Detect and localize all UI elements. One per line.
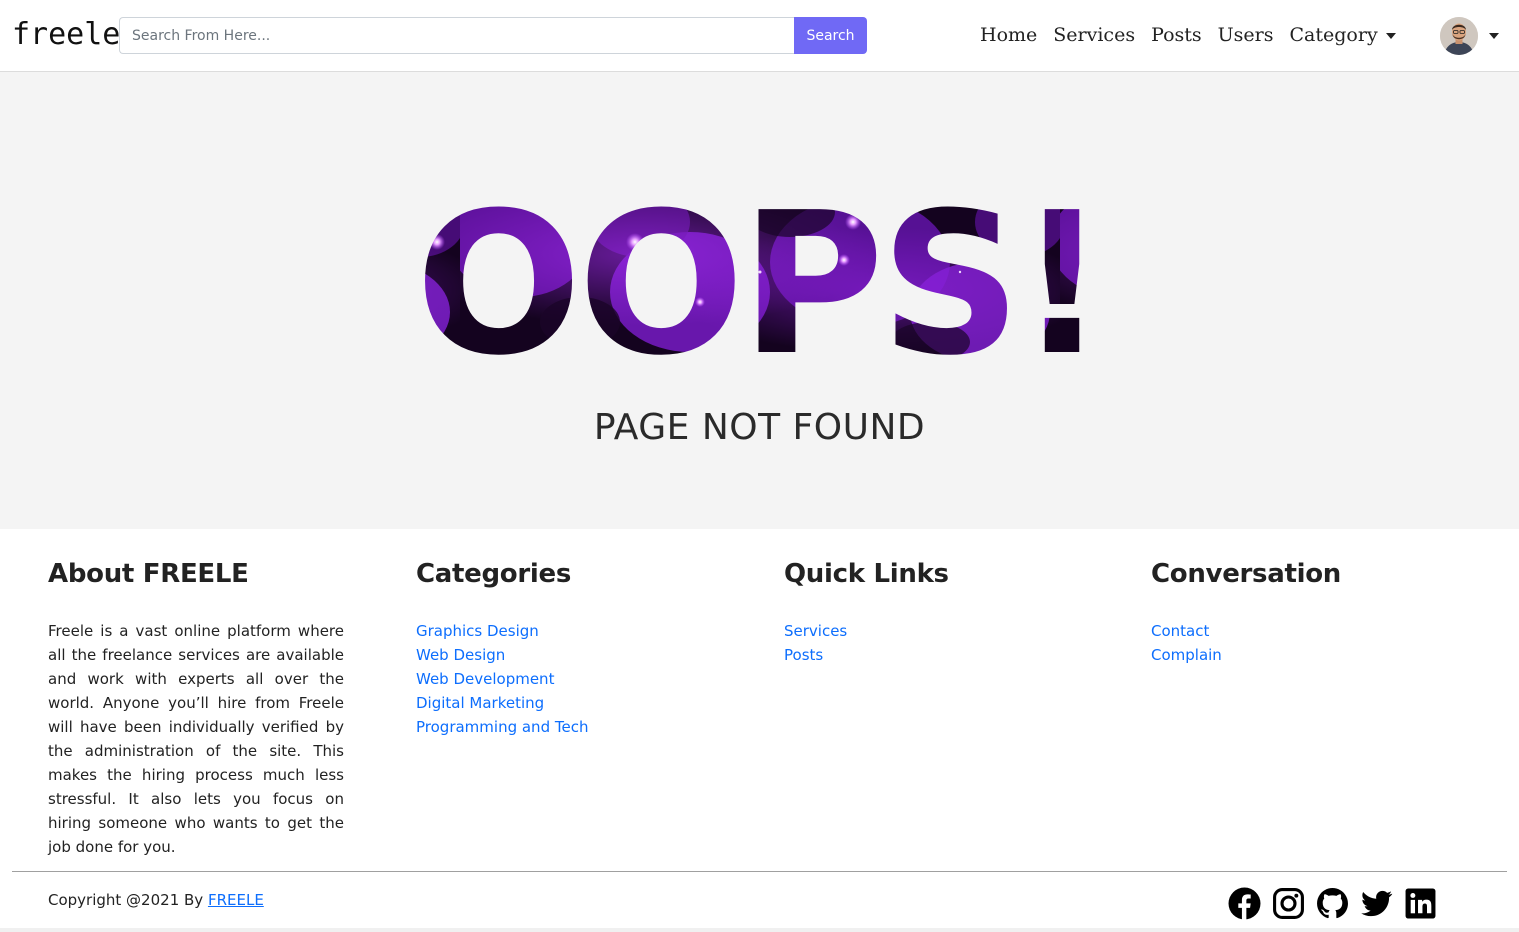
- footer-divider: [12, 871, 1507, 872]
- footer-about-text: Freele is a vast online platform where a…: [48, 622, 344, 856]
- social-links: [1228, 887, 1448, 920]
- category-link-web-design[interactable]: Web Design: [416, 646, 505, 664]
- github-icon[interactable]: [1316, 887, 1349, 920]
- categories-list: Graphics Design Web Design Web Developme…: [416, 619, 588, 739]
- error-hero: OOPS! PAGE NOT FOUND: [0, 72, 1519, 529]
- footer-about: About FREELE Freele is a vast online pla…: [48, 559, 344, 859]
- footer-quick-links-title: Quick Links: [784, 559, 949, 589]
- chevron-down-icon: [1385, 33, 1396, 39]
- list-item: Posts: [784, 643, 949, 667]
- nav-menu: Home Services Posts Users Category: [980, 20, 1412, 50]
- search-input[interactable]: [119, 17, 794, 54]
- page-bottom-edge: [0, 928, 1519, 932]
- oops-headline: OOPS!: [415, 182, 1106, 362]
- list-item: Web Development: [416, 667, 588, 691]
- copyright-link[interactable]: FREELE: [208, 891, 264, 909]
- list-item: Graphics Design: [416, 619, 588, 643]
- twitter-icon[interactable]: [1360, 887, 1393, 920]
- nav-link-home[interactable]: Home: [980, 24, 1037, 46]
- nav-link-users[interactable]: Users: [1218, 24, 1274, 46]
- footer-about-title: About FREELE: [48, 559, 249, 589]
- quick-link-posts[interactable]: Posts: [784, 646, 823, 664]
- linkedin-icon[interactable]: [1404, 887, 1437, 920]
- category-link-graphics-design[interactable]: Graphics Design: [416, 622, 539, 640]
- oops-text: OOPS!: [415, 182, 1102, 362]
- list-item: Digital Marketing: [416, 691, 588, 715]
- search-form: Search: [119, 17, 867, 54]
- chevron-down-icon: [1489, 33, 1499, 39]
- category-link-digital-marketing[interactable]: Digital Marketing: [416, 694, 544, 712]
- footer-quick-links: Quick Links Services Posts: [784, 559, 949, 667]
- facebook-icon[interactable]: [1228, 887, 1261, 920]
- instagram-icon[interactable]: [1272, 887, 1305, 920]
- footer-conversation: Conversation Contact Complain: [1151, 559, 1341, 667]
- conversation-link-complain[interactable]: Complain: [1151, 646, 1222, 664]
- list-item: Complain: [1151, 643, 1341, 667]
- list-item: Web Design: [416, 643, 588, 667]
- footer-categories-title: Categories: [416, 559, 572, 589]
- user-menu-toggle[interactable]: [1440, 17, 1499, 55]
- category-link-programming-and-tech[interactable]: Programming and Tech: [416, 718, 588, 736]
- nav-link-category-label: Category: [1289, 24, 1378, 46]
- search-button[interactable]: Search: [794, 17, 867, 54]
- footer-categories: Categories Graphics Design Web Design We…: [416, 559, 588, 739]
- avatar: [1440, 17, 1478, 55]
- quick-links-list: Services Posts: [784, 619, 949, 667]
- copyright-text: Copyright @2021 By: [48, 891, 204, 909]
- quick-link-services[interactable]: Services: [784, 622, 847, 640]
- copyright: Copyright @2021 By FREELE: [48, 891, 264, 909]
- list-item: Contact: [1151, 619, 1341, 643]
- brand-logo[interactable]: freele: [12, 17, 120, 52]
- nav-link-posts[interactable]: Posts: [1151, 24, 1202, 46]
- page-not-found-text: PAGE NOT FOUND: [593, 407, 926, 448]
- user-avatar-icon: [1440, 17, 1478, 55]
- conversation-list: Contact Complain: [1151, 619, 1341, 667]
- conversation-link-contact[interactable]: Contact: [1151, 622, 1209, 640]
- list-item: Programming and Tech: [416, 715, 588, 739]
- nav-link-services[interactable]: Services: [1053, 24, 1135, 46]
- category-link-web-development[interactable]: Web Development: [416, 670, 554, 688]
- nav-dropdown-category[interactable]: Category: [1290, 24, 1396, 46]
- footer-conversation-title: Conversation: [1151, 559, 1341, 589]
- list-item: Services: [784, 619, 949, 643]
- navbar: freele Search Home Services Posts Users …: [0, 0, 1519, 72]
- footer: About FREELE Freele is a vast online pla…: [0, 529, 1519, 932]
